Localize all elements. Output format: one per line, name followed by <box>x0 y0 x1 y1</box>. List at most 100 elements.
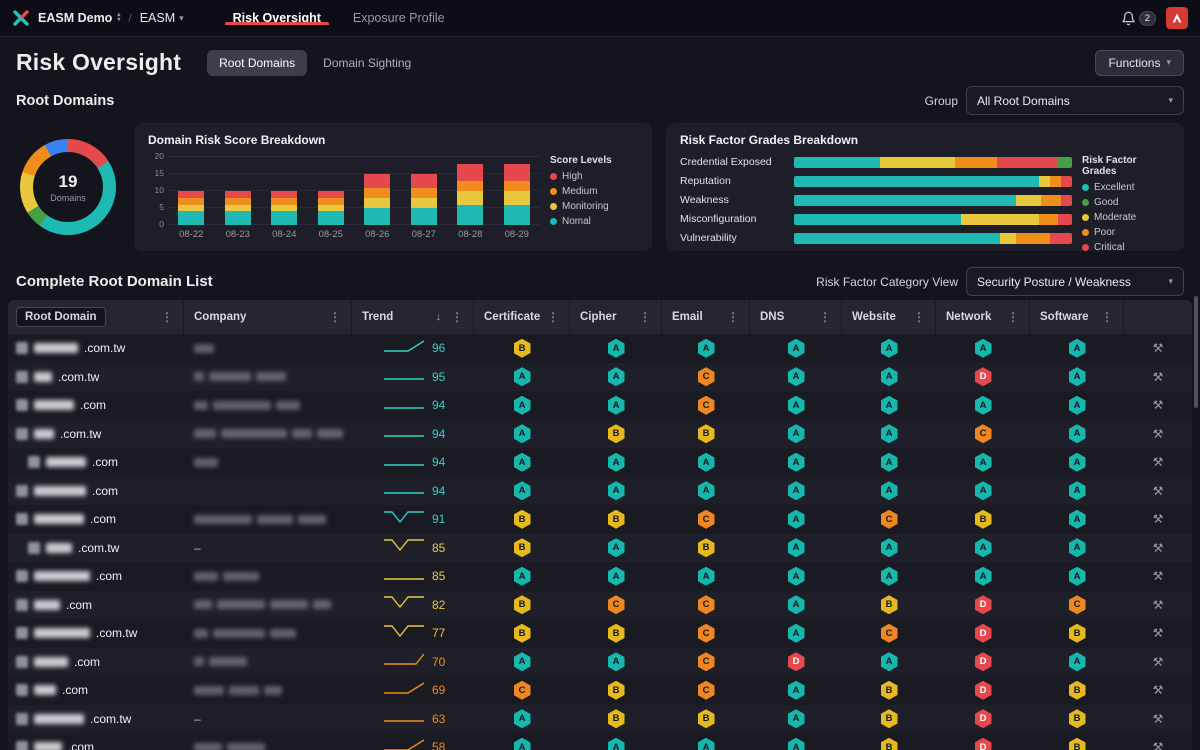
grade-badge[interactable]: B <box>1069 681 1086 700</box>
grade-badge[interactable]: C <box>881 510 898 529</box>
grade-badge[interactable]: A <box>881 538 898 557</box>
grade-badge[interactable]: A <box>881 396 898 415</box>
grade-badge[interactable]: B <box>881 738 898 750</box>
scrollbar[interactable] <box>1194 296 1198 408</box>
grade-badge[interactable]: A <box>608 396 625 415</box>
grade-badge[interactable]: B <box>1069 738 1086 750</box>
grade-badge[interactable]: A <box>881 481 898 500</box>
table-row[interactable]: .com58AAAABDB⚒ <box>8 733 1192 750</box>
product-switcher[interactable]: EASM ▾ <box>140 11 184 25</box>
grade-badge[interactable]: B <box>881 709 898 728</box>
stacked-bar[interactable] <box>364 174 390 225</box>
table-row[interactable]: .com.tw–85BABAAAA⚒ <box>8 534 1192 563</box>
grade-badge[interactable]: A <box>698 567 715 586</box>
table-row[interactable]: .com69CBCABDB⚒ <box>8 676 1192 705</box>
grade-badge[interactable]: A <box>975 339 992 358</box>
grade-badge[interactable]: B <box>514 339 531 358</box>
grade-badge[interactable]: B <box>608 510 625 529</box>
column-menu-icon[interactable]: ⋮ <box>911 310 927 324</box>
column-menu-icon[interactable]: ⋮ <box>1099 310 1115 324</box>
column-header-email[interactable]: Email ⋮ <box>662 300 750 334</box>
column-header-certificate[interactable]: Certificate ⋮ <box>474 300 570 334</box>
table-row[interactable]: .com.tw94ABBAACA⚒ <box>8 420 1192 449</box>
row-action-icon[interactable]: ⚒ <box>1153 683 1164 697</box>
grade-badge[interactable]: A <box>788 339 805 358</box>
grade-badge[interactable]: B <box>608 424 625 443</box>
grade-badge[interactable]: B <box>1069 624 1086 643</box>
grade-badge[interactable]: C <box>698 652 715 671</box>
column-menu-icon[interactable]: ⋮ <box>725 310 741 324</box>
grade-badge[interactable]: C <box>698 624 715 643</box>
grade-badge[interactable]: A <box>698 453 715 472</box>
app-logo-icon[interactable] <box>12 9 30 27</box>
functions-button[interactable]: Functions ▾ <box>1095 50 1184 76</box>
grade-badge[interactable]: A <box>608 453 625 472</box>
grade-badge[interactable]: D <box>975 738 992 750</box>
stacked-bar[interactable] <box>225 191 251 225</box>
grade-badge[interactable]: A <box>1069 453 1086 472</box>
row-action-icon[interactable]: ⚒ <box>1153 598 1164 612</box>
grade-badge[interactable]: A <box>608 339 625 358</box>
grade-badge[interactable]: A <box>698 481 715 500</box>
toggle-root-domains[interactable]: Root Domains <box>207 50 307 76</box>
grade-badge[interactable]: A <box>1069 652 1086 671</box>
nav-tab-risk-oversight[interactable]: Risk Oversight <box>217 11 337 25</box>
table-row[interactable]: .com94AACAAAA⚒ <box>8 391 1192 420</box>
grade-badge[interactable]: B <box>698 538 715 557</box>
grade-badge[interactable]: A <box>1069 367 1086 386</box>
grade-badge[interactable]: B <box>514 624 531 643</box>
grade-badge[interactable]: B <box>608 681 625 700</box>
grade-badge[interactable]: D <box>975 624 992 643</box>
org-switcher[interactable]: EASM Demo ▴▾ <box>38 11 120 25</box>
grade-badge[interactable]: B <box>514 510 531 529</box>
stacked-bar[interactable] <box>318 191 344 225</box>
column-menu-icon[interactable]: ⋮ <box>449 310 465 324</box>
grade-badge[interactable]: B <box>881 595 898 614</box>
risk-factor-bar[interactable] <box>794 176 1072 187</box>
sort-desc-icon[interactable]: ↓ <box>436 311 442 323</box>
grade-badge[interactable]: A <box>514 567 531 586</box>
table-row[interactable]: .com.tw–63ABBABDB⚒ <box>8 705 1192 734</box>
grade-badge[interactable]: B <box>881 681 898 700</box>
grade-badge[interactable]: C <box>514 681 531 700</box>
grade-badge[interactable]: D <box>975 595 992 614</box>
table-row[interactable]: .com.tw77BBCACDB⚒ <box>8 619 1192 648</box>
avatar[interactable] <box>1166 7 1188 29</box>
risk-factor-bar[interactable] <box>794 195 1072 206</box>
grade-badge[interactable]: A <box>608 738 625 750</box>
column-header-network[interactable]: Network ⋮ <box>936 300 1030 334</box>
grade-badge[interactable]: A <box>514 453 531 472</box>
grade-badge[interactable]: A <box>514 367 531 386</box>
grade-badge[interactable]: A <box>975 453 992 472</box>
grade-badge[interactable]: A <box>608 481 625 500</box>
stacked-bar[interactable] <box>457 164 483 225</box>
grade-badge[interactable]: A <box>514 709 531 728</box>
grade-badge[interactable]: B <box>608 624 625 643</box>
grade-badge[interactable]: C <box>698 681 715 700</box>
row-action-icon[interactable]: ⚒ <box>1153 740 1164 750</box>
grade-badge[interactable]: B <box>608 709 625 728</box>
column-header-trend[interactable]: Trend ↓ ⋮ <box>352 300 474 334</box>
grade-badge[interactable]: D <box>975 367 992 386</box>
row-action-icon[interactable]: ⚒ <box>1153 455 1164 469</box>
grade-badge[interactable]: A <box>514 396 531 415</box>
stacked-bar[interactable] <box>504 164 530 225</box>
grade-badge[interactable]: A <box>788 567 805 586</box>
grade-badge[interactable]: A <box>881 339 898 358</box>
grade-badge[interactable]: A <box>881 652 898 671</box>
grade-badge[interactable]: C <box>608 595 625 614</box>
grade-badge[interactable]: B <box>975 510 992 529</box>
grade-badge[interactable]: A <box>514 652 531 671</box>
grade-badge[interactable]: C <box>698 396 715 415</box>
group-select[interactable]: All Root Domains ▾ <box>966 86 1184 115</box>
table-row[interactable]: .com82BCCABDC⚒ <box>8 591 1192 620</box>
column-header-company[interactable]: Company ⋮ <box>184 300 352 334</box>
grade-badge[interactable]: A <box>975 396 992 415</box>
grade-badge[interactable]: A <box>608 567 625 586</box>
grade-badge[interactable]: A <box>788 481 805 500</box>
grade-badge[interactable]: D <box>975 652 992 671</box>
column-header-dns[interactable]: DNS ⋮ <box>750 300 842 334</box>
nav-tab-exposure-profile[interactable]: Exposure Profile <box>337 11 461 25</box>
grade-badge[interactable]: A <box>975 481 992 500</box>
grade-badge[interactable]: A <box>881 424 898 443</box>
